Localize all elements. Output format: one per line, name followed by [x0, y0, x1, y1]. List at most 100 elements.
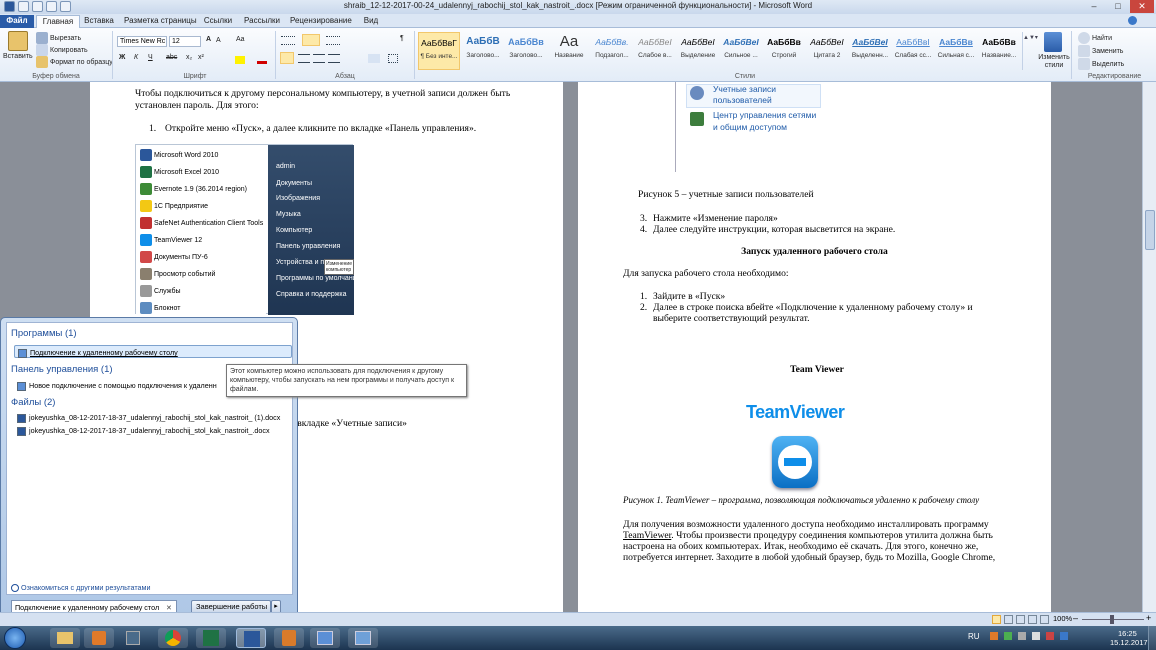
- taskbar-explorer[interactable]: [50, 628, 80, 648]
- taskbar-excel[interactable]: [196, 628, 226, 648]
- tray-icon[interactable]: [1060, 632, 1068, 640]
- vertical-scrollbar[interactable]: [1142, 82, 1156, 612]
- style-title[interactable]: Аа Название: [548, 32, 590, 70]
- style-subtle-reference[interactable]: АаБбВвІ Слабая сс...: [892, 32, 934, 70]
- highlight-icon[interactable]: [235, 56, 245, 64]
- outline-view-icon[interactable]: [1028, 615, 1037, 624]
- copy-button[interactable]: Копировать: [36, 44, 88, 56]
- style-book-title[interactable]: АаБбВв Название...: [978, 32, 1020, 70]
- minimize-button[interactable]: –: [1082, 0, 1106, 13]
- style-intense-quote[interactable]: АаБбВеІ Выделенн...: [849, 32, 891, 70]
- tab-file[interactable]: Файл: [0, 15, 34, 28]
- tray-icon[interactable]: [1046, 632, 1054, 640]
- justify-icon[interactable]: [328, 54, 340, 63]
- style-intense-emphasis[interactable]: АаБбВеІ Сильное ...: [720, 32, 762, 70]
- style-heading1[interactable]: АаБбВ Заголово...: [462, 32, 504, 70]
- style-quote2[interactable]: АаБбВеІ Цитата 2: [806, 32, 848, 70]
- show-desktop-button[interactable]: [1148, 626, 1156, 650]
- help-icon[interactable]: [1128, 16, 1137, 25]
- style-subtle-emphasis[interactable]: АаБбВеІ Слабое в...: [634, 32, 676, 70]
- style-no-spacing[interactable]: АаБбВвГ ¶ Без инте...: [418, 32, 460, 70]
- style-subtitle[interactable]: АаБбВв. Подзагол...: [591, 32, 633, 70]
- language-indicator[interactable]: RU: [968, 632, 980, 641]
- styles-scroll[interactable]: ▲▼▾: [1022, 32, 1038, 70]
- font-color-icon[interactable]: [257, 56, 267, 64]
- clock-time[interactable]: 16:25: [1118, 629, 1137, 638]
- taskbar-java[interactable]: [274, 628, 304, 648]
- teamviewer-link[interactable]: TeamViewer: [623, 530, 671, 541]
- change-case-icon[interactable]: Aa: [236, 36, 245, 43]
- tab-home[interactable]: Главная: [36, 15, 80, 28]
- taskbar-program[interactable]: [118, 628, 148, 648]
- paste-icon[interactable]: [8, 31, 28, 51]
- zoom-in-button[interactable]: +: [1146, 613, 1151, 623]
- borders-icon[interactable]: [388, 54, 398, 63]
- taskbar-word[interactable]: [236, 628, 266, 648]
- select-button[interactable]: Выделить: [1078, 58, 1124, 70]
- taskbar-chrome[interactable]: [158, 628, 188, 648]
- clock-date[interactable]: 15.12.2017: [1110, 638, 1148, 647]
- superscript-icon[interactable]: x²: [198, 54, 204, 61]
- tray-icon[interactable]: [990, 632, 998, 640]
- volume-tray-icon[interactable]: [1032, 632, 1040, 640]
- style-intense-reference[interactable]: АаБбВв Сильная с...: [935, 32, 977, 70]
- taskbar-remote-desktop[interactable]: [310, 628, 340, 648]
- embedded-programs-pane: Microsoft Word 2010 Microsoft Excel 2010…: [136, 145, 266, 315]
- taskbar-media[interactable]: [84, 628, 114, 648]
- shrink-font-icon[interactable]: A: [216, 37, 221, 44]
- zoom-out-button[interactable]: –: [1073, 613, 1078, 623]
- change-styles-button[interactable]: Изменить стили: [1034, 54, 1074, 70]
- underline-icon[interactable]: Ч: [148, 54, 153, 61]
- taskbar-control-panel[interactable]: [348, 628, 378, 648]
- style-heading2[interactable]: АаБбВв Заголово...: [505, 32, 547, 70]
- scroll-thumb[interactable]: [1145, 210, 1155, 250]
- close-button[interactable]: ✕: [1130, 0, 1154, 13]
- print-layout-view-icon[interactable]: [992, 615, 1001, 624]
- multilevel-list-icon[interactable]: [326, 36, 340, 45]
- format-painter-button[interactable]: Формат по образцу: [36, 56, 113, 68]
- zoom-level[interactable]: 100%: [1053, 614, 1072, 623]
- tab-view[interactable]: Вид: [360, 15, 382, 28]
- tab-mailings[interactable]: Рассылки: [244, 15, 280, 28]
- bullets-icon[interactable]: [281, 36, 295, 45]
- tab-insert[interactable]: Вставка: [84, 15, 114, 28]
- subscript-icon[interactable]: x₂: [186, 54, 192, 61]
- network-tray-icon[interactable]: [1018, 632, 1026, 640]
- maximize-button[interactable]: □: [1106, 0, 1130, 13]
- tab-page-layout[interactable]: Разметка страницы: [124, 15, 197, 28]
- italic-icon[interactable]: К: [134, 54, 138, 61]
- clear-search-icon[interactable]: ✕: [166, 603, 172, 612]
- document-page-right[interactable]: Учетные записи пользователей Центр управ…: [578, 82, 1051, 612]
- more-results-link[interactable]: Ознакомиться с другими результатами: [11, 583, 151, 593]
- grow-font-icon[interactable]: A: [206, 36, 211, 43]
- result-file-1[interactable]: jokeyushka_08-12-2017-18-37_udalennyj_ra…: [17, 413, 280, 423]
- find-button[interactable]: Найти: [1078, 32, 1112, 44]
- start-button[interactable]: [4, 627, 26, 649]
- change-styles-icon[interactable]: [1044, 32, 1062, 52]
- fullscreen-view-icon[interactable]: [1004, 615, 1013, 624]
- strikethrough-icon[interactable]: abc: [166, 54, 177, 61]
- numbering-icon[interactable]: [302, 34, 320, 46]
- result-file-2[interactable]: jokeyushka_08-12-2017-18-37_udalennyj_ra…: [17, 426, 270, 436]
- style-emphasis[interactable]: АаБбВеІ Выделение: [677, 32, 719, 70]
- zoom-slider-thumb[interactable]: [1110, 615, 1114, 624]
- tray-icon[interactable]: [1004, 632, 1012, 640]
- shading-icon[interactable]: [368, 54, 380, 63]
- paste-button[interactable]: Вставить: [3, 53, 33, 60]
- bold-icon[interactable]: Ж: [119, 54, 125, 61]
- font-name-combo[interactable]: Times New Rc: [117, 36, 167, 47]
- web-view-icon[interactable]: [1016, 615, 1025, 624]
- tab-review[interactable]: Рецензирование: [290, 15, 352, 28]
- cut-button[interactable]: Вырезать: [36, 32, 81, 44]
- draft-view-icon[interactable]: [1040, 615, 1049, 624]
- align-right-icon[interactable]: [313, 54, 325, 63]
- result-new-connection[interactable]: Новое подключение с помощью подключения …: [17, 381, 217, 391]
- tab-references[interactable]: Ссылки: [203, 15, 233, 28]
- style-strong[interactable]: АаБбВв Строгий: [763, 32, 805, 70]
- result-remote-desktop[interactable]: Подключение к удаленному рабочему столу: [14, 345, 292, 358]
- align-center-icon[interactable]: [298, 54, 310, 63]
- replace-button[interactable]: Заменить: [1078, 45, 1123, 57]
- font-size-combo[interactable]: 12: [169, 36, 201, 47]
- show-formatting-icon[interactable]: ¶: [400, 35, 404, 42]
- align-left-icon[interactable]: [280, 52, 294, 64]
